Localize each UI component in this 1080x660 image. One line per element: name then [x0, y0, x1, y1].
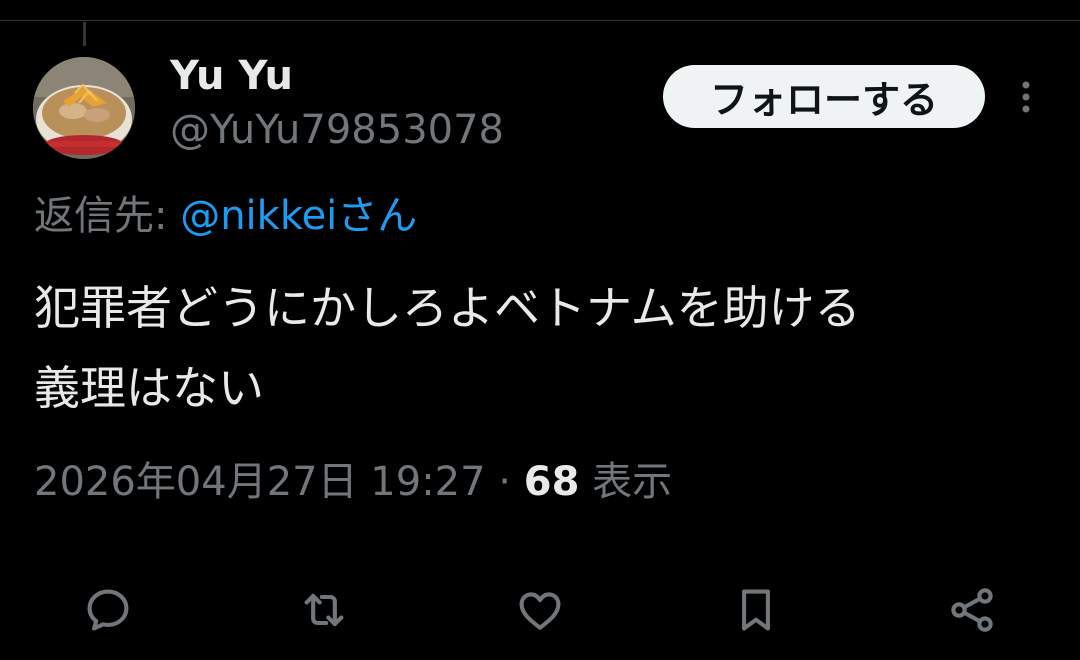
timestamp[interactable]: 2026年04月27日 19:27: [34, 459, 486, 505]
display-name[interactable]: Yu Yu: [170, 52, 293, 100]
share-button[interactable]: [944, 582, 1000, 638]
thread-line: [83, 22, 86, 46]
reply-to-label: 返信先:: [34, 193, 181, 239]
meta-separator: ·: [485, 459, 524, 505]
share-icon: [951, 588, 993, 632]
bookmark-button[interactable]: [728, 582, 784, 638]
top-divider: [0, 20, 1080, 21]
retweet-button[interactable]: [296, 582, 352, 638]
bookmark-icon: [742, 589, 770, 631]
more-options-button[interactable]: [1008, 76, 1044, 118]
follow-button[interactable]: フォローする: [663, 65, 985, 128]
like-icon: [519, 592, 561, 630]
avatar-image: [33, 57, 135, 159]
reply-icon: [87, 589, 129, 631]
reply-to-line: 返信先: @nikkeiさん: [34, 190, 417, 242]
like-button[interactable]: [512, 582, 568, 638]
avatar[interactable]: [33, 57, 135, 159]
retweet-icon: [304, 593, 344, 627]
more-vertical-icon: [1022, 81, 1030, 113]
reply-mention-link[interactable]: @nikkeiさん: [180, 193, 417, 239]
action-bar: [0, 570, 1080, 650]
views-label: 表示: [579, 459, 673, 505]
handle[interactable]: @YuYu79853078: [170, 106, 504, 154]
tweet-meta: 2026年04月27日 19:27 · 68 表示: [34, 454, 672, 510]
tweet-text: 犯罪者どうにかしろよベトナムを助ける 義理はない: [34, 281, 861, 415]
views-count: 68: [523, 459, 580, 505]
reply-button[interactable]: [80, 582, 136, 638]
